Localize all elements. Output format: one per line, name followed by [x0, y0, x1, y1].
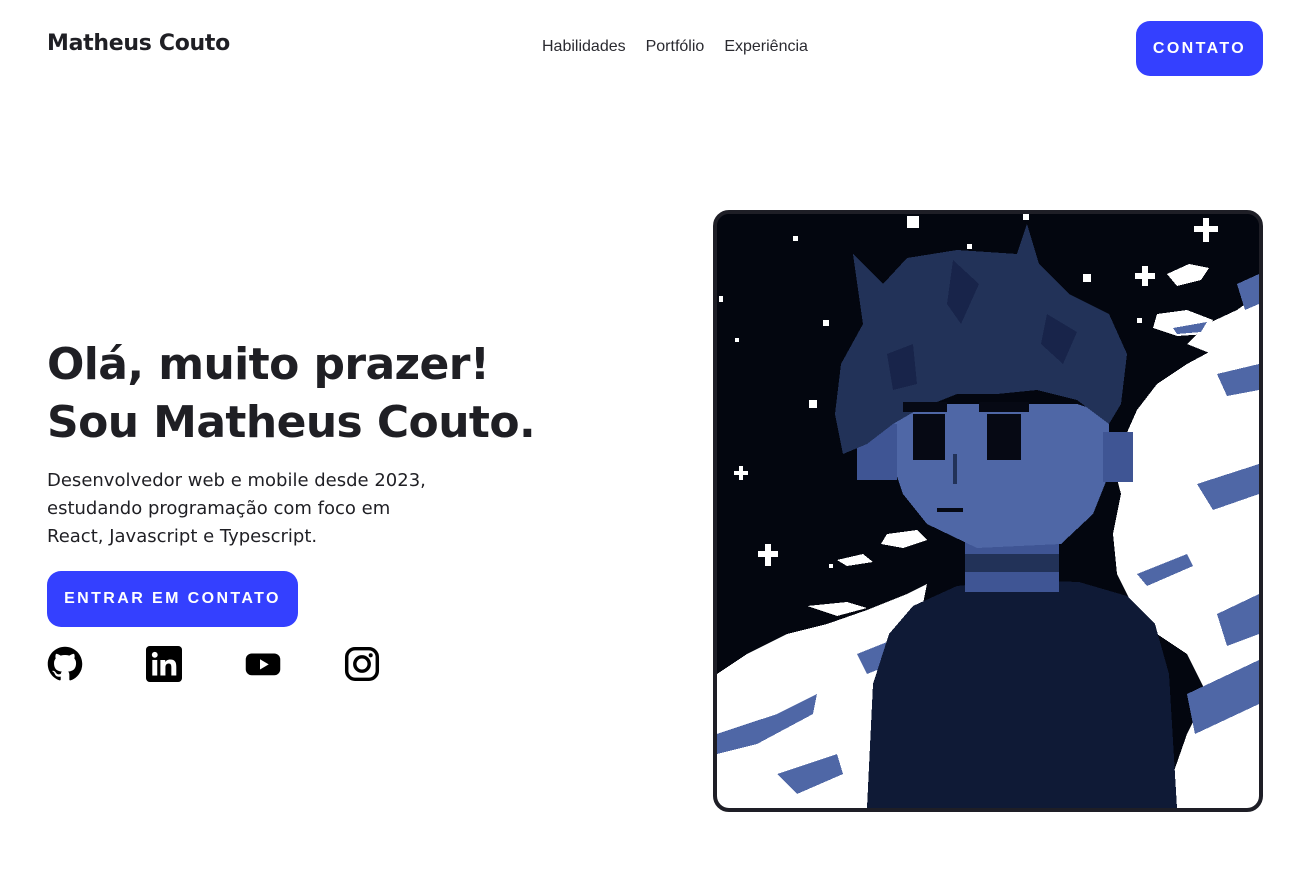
youtube-link[interactable] [245, 646, 281, 682]
hero-description: Desenvolvedor web e mobile desde 2023, e… [47, 470, 426, 547]
hero-title: Olá, muito prazer! Sou Matheus Couto. [47, 336, 536, 452]
instagram-link[interactable] [344, 646, 380, 682]
instagram-icon [344, 646, 380, 682]
pixel-avatar-image [717, 214, 1259, 808]
nav-link-habilidades[interactable]: Habilidades [542, 38, 626, 56]
hero-title-line2: Sou Matheus Couto. [47, 397, 536, 448]
main-nav: Habilidades Portfólio Experiência [542, 38, 808, 56]
brand-logo[interactable]: Matheus Couto [47, 31, 230, 56]
nav-link-portfolio[interactable]: Portfólio [646, 38, 705, 56]
github-icon [47, 646, 83, 681]
youtube-icon [245, 653, 281, 676]
linkedin-link[interactable] [146, 646, 182, 682]
pixel-avatar-frame [713, 210, 1263, 812]
contact-cta-button[interactable]: ENTRAR EM CONTATO [47, 571, 298, 627]
contact-button[interactable]: CONTATO [1136, 21, 1263, 76]
github-link[interactable] [47, 646, 83, 682]
linkedin-icon [146, 646, 182, 682]
hero-title-line1: Olá, muito prazer! [47, 339, 490, 390]
nav-link-experiencia[interactable]: Experiência [724, 38, 808, 56]
